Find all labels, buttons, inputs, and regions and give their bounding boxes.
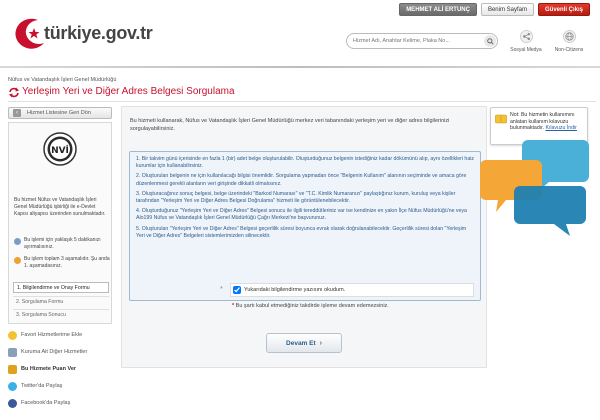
site-header: MEHMET ALİ ERTUNÇ Benim Sayfam Güvenli Ç…	[0, 0, 600, 68]
note-5: 5. Oluşturulan "Yerleşim Yeri ve Diğer A…	[136, 225, 467, 239]
agree-checkbox-row[interactable]: Yukarıdaki bilgilendirme yazısını okudum…	[230, 283, 474, 297]
note-1: 1. Bir takvim günü içerisinde en fazla 1…	[136, 156, 474, 170]
rate-service-link[interactable]: Bu Hizmete Puan Ver	[8, 362, 112, 376]
user-name-button[interactable]: MEHMET ALİ ERTUNÇ	[399, 3, 477, 16]
globe-icon	[562, 30, 576, 43]
twitter-icon	[8, 381, 17, 391]
continue-label: Devam Et	[286, 339, 316, 347]
non-citizens-link[interactable]: Non-Citizens	[549, 30, 589, 53]
non-citizens-label: Non-Citizens	[554, 47, 584, 53]
warning-text: * Bu şartı kabul etmediğiniz takdirde iş…	[232, 303, 389, 309]
search-box	[346, 33, 498, 49]
note-2: 2. Oluşturulan belgenin ne için kullanıl…	[136, 173, 467, 187]
steps-info: Bu işlem toplam 3 aşamalıdır. Şu anda 1.…	[14, 256, 110, 269]
social-media-link[interactable]: Sosyal Medya	[506, 30, 546, 53]
speech-bubbles-illustration-icon	[480, 140, 589, 236]
chevron-right-icon: ›	[319, 339, 322, 347]
steps-info-text: Bu işlem toplam 3 aşamalıdır. Şu anda 1.…	[24, 256, 110, 269]
service-info-panel: NVİ Bu hizmet Nüfus ve Vatandaşlık İşler…	[8, 122, 112, 324]
search-button[interactable]	[484, 35, 496, 47]
notes-box: 1. Bir takvim günü içerisinde en fazla 1…	[129, 151, 481, 301]
chevron-left-icon: ‹	[13, 109, 21, 117]
step-3: 3. Sorgulama Sonucu	[13, 309, 109, 320]
intro-text: Bu hizmeti kullanarak, Nüfus ve Vatandaş…	[130, 118, 450, 132]
sidebar-links: Favori Hizmetlerime Ekle Kuruma Ait Diğe…	[8, 328, 112, 413]
svg-text:NVİ: NVİ	[51, 145, 69, 156]
share-icon	[519, 30, 533, 43]
back-to-services-button[interactable]: ‹ Hizmet Listesine Geri Dön	[8, 107, 112, 119]
logout-button[interactable]: Güvenli Çıkış	[537, 3, 590, 16]
star-icon	[8, 330, 17, 340]
list-icon	[8, 347, 17, 357]
warning-message: Bu şartı kabul etmediğiniz takdirde işle…	[235, 303, 389, 309]
logo-text: türkiye.gov.tr	[44, 22, 153, 43]
other-services-link[interactable]: Kuruma Ait Diğer Hizmetler	[8, 345, 112, 359]
service-description: Bu hizmet Nüfus ve Vatandaşlık İşleri Ge…	[14, 197, 106, 217]
rate-service-label: Bu Hizmete Puan Ver	[21, 366, 77, 372]
search-input[interactable]	[347, 34, 475, 48]
institution-name: Nüfus ve Vatandaşlık İşleri Genel Müdürl…	[8, 77, 117, 83]
top-bar: MEHMET ALİ ERTUNÇ Benim Sayfam Güvenli Ç…	[399, 3, 590, 16]
book-icon	[495, 114, 507, 124]
site-logo[interactable]: türkiye.gov.tr	[8, 16, 153, 50]
facebook-share-link[interactable]: Facebook'da Paylaş	[8, 396, 112, 410]
my-page-button[interactable]: Benim Sayfam	[480, 3, 534, 16]
agree-label: Yukarıdaki bilgilendirme yazısını okudum…	[244, 287, 346, 293]
note-3: 3. Oluşturacağınız sonuç belgesi, belge …	[136, 190, 456, 205]
page-title: Yerleşim Yeri ve Diğer Adres Belgesi Sor…	[22, 86, 235, 97]
back-button-label: Hizmet Listesine Geri Dön	[27, 110, 91, 116]
info-icon	[14, 257, 21, 264]
clock-icon	[14, 238, 21, 245]
refresh-arrows-icon	[9, 87, 19, 98]
social-media-label: Sosyal Medya	[510, 47, 542, 53]
nvi-logo-icon: NVİ	[43, 132, 77, 166]
header-divider	[0, 66, 600, 68]
twitter-share-label: Twitter'da Paylaş	[21, 383, 63, 389]
rating-icon	[8, 364, 17, 374]
agree-checkbox[interactable]	[233, 286, 241, 294]
facebook-icon	[8, 398, 17, 408]
add-favorite-label: Favori Hizmetlerime Ekle	[21, 332, 83, 338]
facebook-share-label: Facebook'da Paylaş	[21, 400, 71, 406]
duration-text: Bu işlemi için yaklaşık 5 dakikanızı ayı…	[24, 237, 101, 250]
required-star: *	[220, 286, 223, 293]
crescent-star-logo-icon	[15, 18, 44, 49]
sidebar: ‹ Hizmet Listesine Geri Dön NVİ Bu hizme…	[8, 107, 112, 324]
note-4: 4. Oluşturduğunuz "Yerleşim Yeri ve Diğe…	[136, 208, 467, 222]
duration-info: Bu işlemi için yaklaşık 5 dakikanızı ayı…	[14, 237, 110, 250]
step-2: 2. Sorgulama Formu	[13, 296, 109, 307]
continue-button[interactable]: Devam Et ›	[266, 333, 342, 353]
warning-star: *	[232, 303, 235, 309]
add-favorite-link[interactable]: Favori Hizmetlerime Ekle	[8, 328, 112, 342]
title-divider	[8, 101, 596, 102]
search-icon	[486, 37, 494, 45]
main-panel: Bu hizmeti kullanarak, Nüfus ve Vatandaş…	[121, 106, 487, 368]
other-services-label: Kuruma Ait Diğer Hizmetler	[21, 349, 88, 355]
twitter-share-link[interactable]: Twitter'da Paylaş	[8, 379, 112, 393]
step-1: 1. Bilgilendirme ve Onay Formu	[13, 282, 109, 293]
